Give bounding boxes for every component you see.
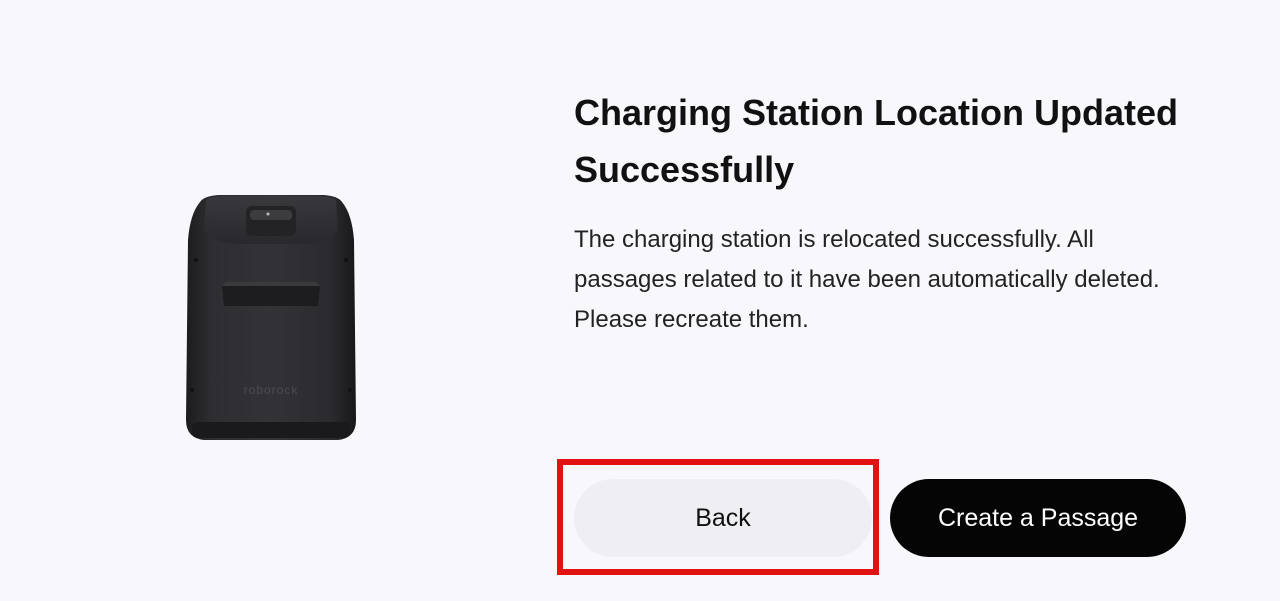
charging-station-image: roborock — [186, 195, 356, 440]
page-title: Charging Station Location Updated Succes… — [574, 92, 1178, 190]
create-passage-button[interactable]: Create a Passage — [890, 479, 1186, 557]
svg-text:roborock: roborock — [244, 383, 299, 397]
status-message: The charging station is relocated succes… — [574, 226, 1160, 333]
back-button[interactable]: Back — [574, 479, 872, 557]
result-screen: roborock Charging Station Location Updat… — [0, 0, 1280, 601]
